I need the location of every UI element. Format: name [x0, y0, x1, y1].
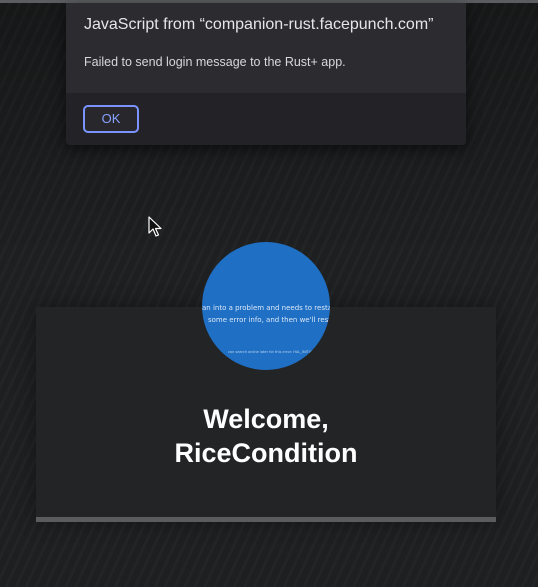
dialog-message: Failed to send login message to the Rust… — [84, 55, 346, 69]
dialog-title: JavaScript from “companion-rust.facepunc… — [84, 16, 434, 33]
javascript-alert-dialog: JavaScript from “companion-rust.facepunc… — [66, 3, 466, 145]
user-avatar: an into a problem and needs to restart. … — [202, 242, 330, 370]
welcome-heading: Welcome, RiceCondition — [36, 402, 496, 470]
avatar-text-line: an into a problem and needs to restart. — [202, 304, 330, 312]
dialog-footer: OK — [66, 93, 466, 145]
avatar-text-line: can search online later for this error: … — [228, 350, 315, 354]
page: an into a problem and needs to restart. … — [0, 0, 538, 587]
avatar-text-line: some error info, and then we'll restart — [208, 316, 330, 324]
welcome-card-bottom-bar — [36, 517, 496, 522]
welcome-username: RiceCondition — [174, 438, 358, 468]
welcome-greeting: Welcome, — [203, 404, 329, 434]
ok-button[interactable]: OK — [83, 105, 139, 133]
mouse-cursor-icon — [148, 216, 162, 237]
